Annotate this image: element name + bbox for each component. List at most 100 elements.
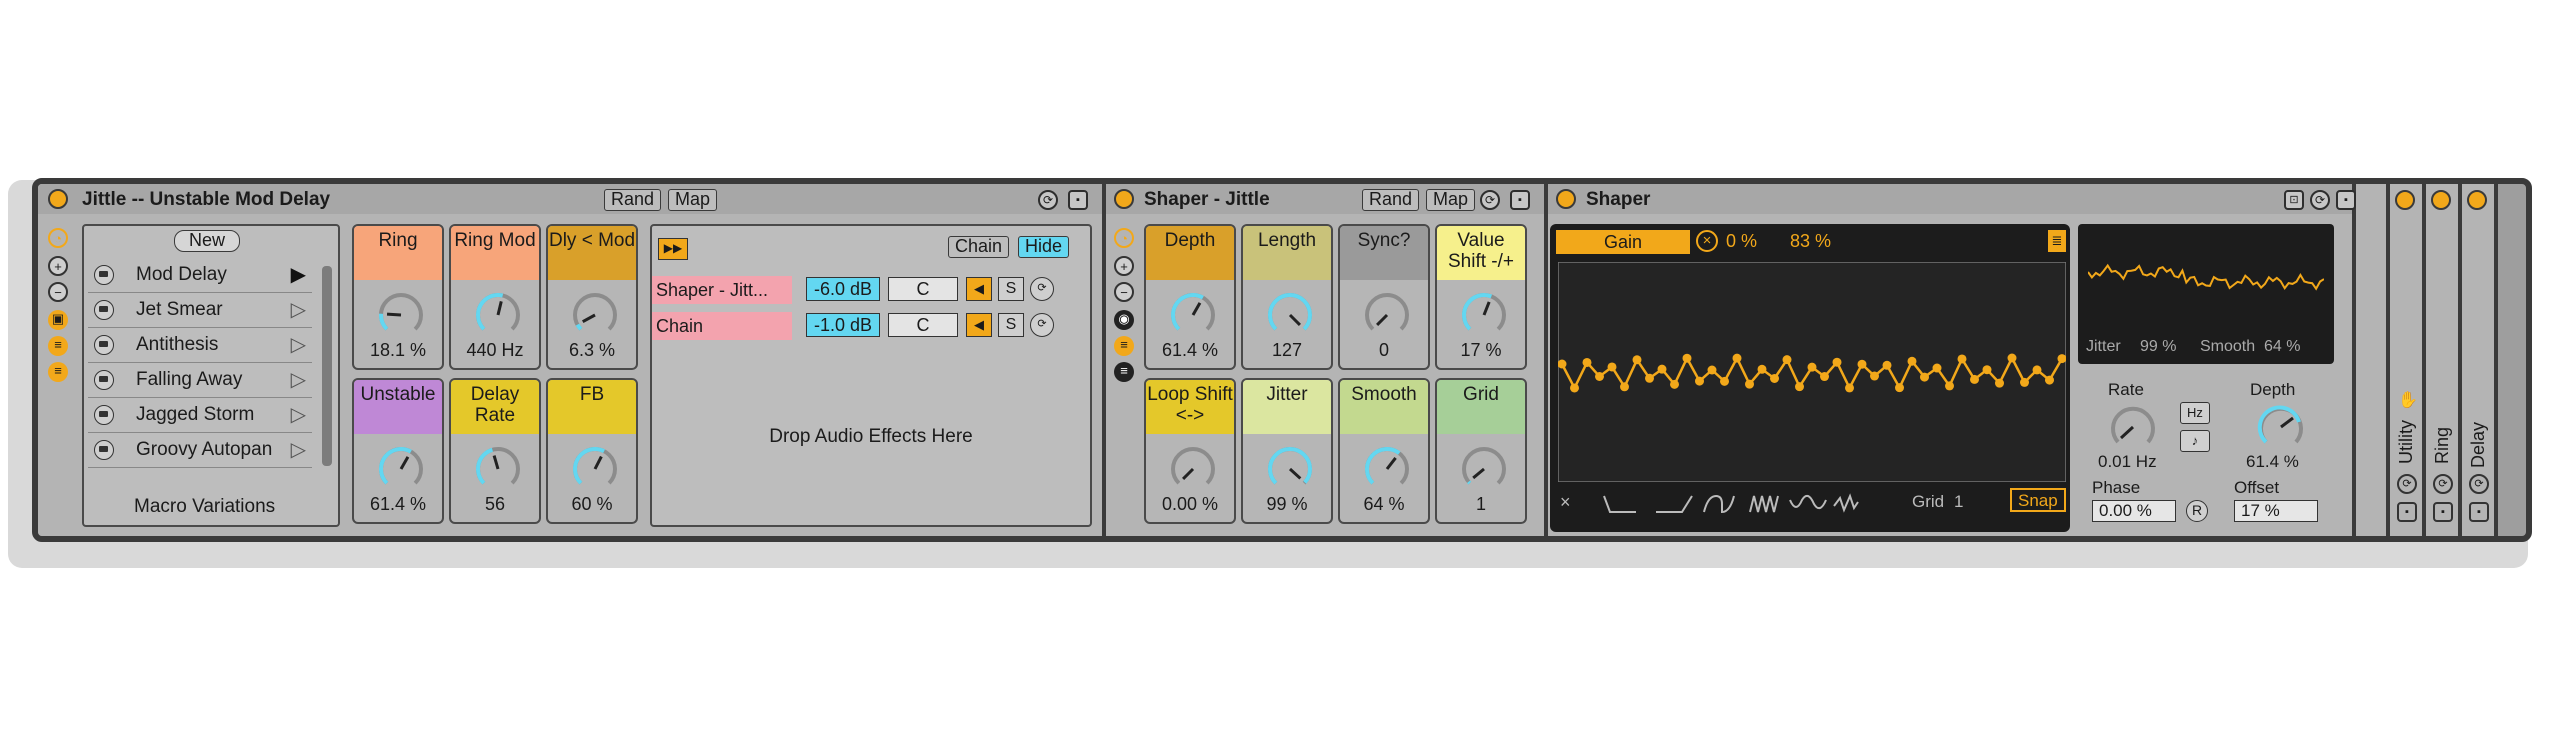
macro-knob[interactable]: FB 60 % bbox=[546, 378, 638, 524]
knob-dial[interactable] bbox=[1168, 290, 1218, 340]
rack-titlebar[interactable]: Shaper - Jittle Rand Map ⟳ ▪ bbox=[1106, 184, 1544, 214]
macro-knob[interactable]: Length 127 bbox=[1241, 224, 1333, 370]
chain-list-icon[interactable]: ≡ bbox=[1114, 336, 1134, 356]
knob-dial[interactable] bbox=[1459, 444, 1509, 494]
variation-item[interactable]: Jagged Storm ▷ bbox=[88, 398, 312, 433]
depth-knob[interactable] bbox=[2256, 402, 2306, 452]
hot-swap-icon[interactable]: ⟳ bbox=[1038, 190, 1058, 210]
smooth-value[interactable]: 64 % bbox=[2264, 338, 2300, 356]
gain-selector[interactable]: Gain bbox=[1556, 230, 1690, 254]
device-delay[interactable]: Delay ⟳ ▪ bbox=[2462, 184, 2498, 536]
macro-label[interactable]: Loop Shift <-> bbox=[1146, 380, 1234, 434]
chain-row[interactable]: Chain -1.0 dB C ◀ S ⟳ bbox=[652, 310, 1084, 340]
save-preset-icon[interactable]: ▪ bbox=[2469, 502, 2489, 522]
grid-value[interactable]: 1 bbox=[1954, 492, 1963, 512]
device-power-button[interactable] bbox=[2431, 190, 2451, 210]
play-icon[interactable]: ▷ bbox=[291, 367, 306, 392]
shape-presets[interactable] bbox=[1600, 490, 1860, 518]
rack-titlebar[interactable]: Jittle -- Unstable Mod Delay Rand Map ⟳ … bbox=[38, 184, 1102, 214]
macro-knob[interactable]: Dly < Mod 6.3 % bbox=[546, 224, 638, 370]
variation-item[interactable]: Mod Delay ▶ bbox=[88, 258, 312, 293]
camera-icon[interactable] bbox=[94, 440, 114, 460]
hot-swap-icon[interactable]: ⟳ bbox=[2310, 190, 2330, 210]
devices-icon[interactable]: ≡ bbox=[48, 362, 68, 382]
rack-power-button[interactable] bbox=[48, 189, 68, 209]
chain-pan[interactable]: C bbox=[888, 313, 958, 337]
map-button[interactable]: Map bbox=[1426, 189, 1476, 211]
note-sync-icon[interactable]: ♪ bbox=[2180, 430, 2210, 452]
save-preset-icon[interactable]: ▪ bbox=[2433, 502, 2453, 522]
hot-swap-icon[interactable]: ⟳ bbox=[2469, 474, 2489, 494]
hide-button[interactable]: Hide bbox=[1018, 236, 1070, 258]
macro-knob[interactable]: Smooth 64 % bbox=[1338, 378, 1430, 524]
hot-swap-icon[interactable]: ⟳ bbox=[2397, 474, 2417, 494]
knob-dial[interactable] bbox=[376, 444, 426, 494]
chain-list-icon[interactable]: ≡ bbox=[48, 336, 68, 356]
chain-name[interactable]: Chain bbox=[652, 312, 792, 340]
macro-knob[interactable]: Unstable 61.4 % bbox=[352, 378, 444, 524]
chain-row[interactable]: Shaper - Jitt... -6.0 dB C ◀ S ⟳ bbox=[652, 274, 1084, 304]
device-titlebar[interactable]: Shaper ⊡ ⟳ ▪ bbox=[1548, 184, 2356, 214]
auto-select-icon[interactable]: ▶▶ bbox=[658, 238, 688, 260]
map-button[interactable]: Map bbox=[668, 189, 718, 211]
hot-swap-icon[interactable]: ⟳ bbox=[1480, 190, 1500, 210]
offset-field[interactable]: 17 % bbox=[2234, 500, 2318, 522]
macro-label[interactable]: Sync? bbox=[1340, 226, 1428, 280]
play-icon[interactable]: ▶ bbox=[291, 262, 306, 287]
add-macro-icon[interactable]: + bbox=[48, 256, 68, 276]
device-utility[interactable]: ✋ Utility ⟳ ▪ bbox=[2390, 184, 2426, 536]
knob-dial[interactable] bbox=[1362, 444, 1412, 494]
hz-button[interactable]: Hz bbox=[2180, 402, 2210, 424]
macro-label[interactable]: Jitter bbox=[1243, 380, 1331, 434]
knob-dial[interactable] bbox=[1362, 290, 1412, 340]
chain-pan[interactable]: C bbox=[888, 277, 958, 301]
clear-icon[interactable]: × bbox=[1696, 230, 1718, 252]
play-icon[interactable]: ▷ bbox=[291, 402, 306, 427]
macro-label[interactable]: Unstable bbox=[354, 380, 442, 434]
macro-label[interactable]: Grid bbox=[1437, 380, 1525, 434]
expand-icon[interactable]: ⊡ bbox=[2284, 190, 2304, 210]
camera-icon[interactable]: ◉ bbox=[1114, 310, 1134, 330]
macro-label[interactable]: Ring bbox=[354, 226, 442, 280]
snap-button[interactable]: Snap bbox=[2010, 488, 2066, 512]
device-power-button[interactable] bbox=[2395, 190, 2415, 210]
variation-item[interactable]: Jet Smear ▷ bbox=[88, 293, 312, 328]
hot-swap-icon[interactable]: ⟳ bbox=[2433, 474, 2453, 494]
speaker-icon[interactable]: ◀ bbox=[966, 277, 992, 301]
macro-knob[interactable]: Loop Shift <-> 0.00 % bbox=[1144, 378, 1236, 524]
close-icon[interactable]: × bbox=[1560, 492, 1571, 513]
knob-dial[interactable] bbox=[1265, 290, 1315, 340]
remove-macro-icon[interactable]: − bbox=[1114, 282, 1134, 302]
macro-knob[interactable]: Value Shift -/+ 17 % bbox=[1435, 224, 1527, 370]
knob-dial[interactable] bbox=[1459, 290, 1509, 340]
variation-item[interactable]: Falling Away ▷ bbox=[88, 363, 312, 398]
save-preset-icon[interactable]: ▪ bbox=[2397, 502, 2417, 522]
speaker-icon[interactable]: ◀ bbox=[966, 313, 992, 337]
play-icon[interactable]: ▷ bbox=[291, 437, 306, 462]
variations-icon[interactable]: ▣ bbox=[48, 310, 68, 330]
jitter-value[interactable]: 99 % bbox=[2140, 338, 2176, 356]
macro-knob[interactable]: Ring Mod 440 Hz bbox=[449, 224, 541, 370]
macro-knob[interactable]: Delay Rate 56 bbox=[449, 378, 541, 524]
save-preset-icon[interactable]: ▪ bbox=[2336, 190, 2356, 210]
remove-macro-icon[interactable]: − bbox=[48, 282, 68, 302]
macro-knob[interactable]: Depth 61.4 % bbox=[1144, 224, 1236, 370]
camera-icon[interactable] bbox=[94, 265, 114, 285]
chain-volume[interactable]: -6.0 dB bbox=[806, 277, 880, 301]
devices-icon[interactable]: ≡ bbox=[1114, 362, 1134, 382]
device-power-button[interactable] bbox=[2467, 190, 2487, 210]
rate-knob[interactable] bbox=[2108, 402, 2158, 452]
macro-view-icon[interactable]: ◔ bbox=[1114, 228, 1134, 248]
phase-field[interactable]: 0.00 % bbox=[2092, 500, 2176, 522]
solo-button[interactable]: S bbox=[998, 277, 1024, 301]
variations-scrollbar[interactable] bbox=[322, 266, 332, 466]
macro-knob[interactable]: Sync? 0 bbox=[1338, 224, 1430, 370]
device-power-button[interactable] bbox=[1556, 189, 1576, 209]
solo-button[interactable]: S bbox=[998, 313, 1024, 337]
macro-label[interactable]: Depth bbox=[1146, 226, 1234, 280]
play-icon[interactable]: ▷ bbox=[291, 332, 306, 357]
macro-knob[interactable]: Jitter 99 % bbox=[1241, 378, 1333, 524]
device-ring[interactable]: Ring ⟳ ▪ bbox=[2426, 184, 2462, 536]
hot-swap-icon[interactable]: ⟳ bbox=[1030, 277, 1054, 301]
rand-button[interactable]: Rand bbox=[1362, 189, 1420, 211]
